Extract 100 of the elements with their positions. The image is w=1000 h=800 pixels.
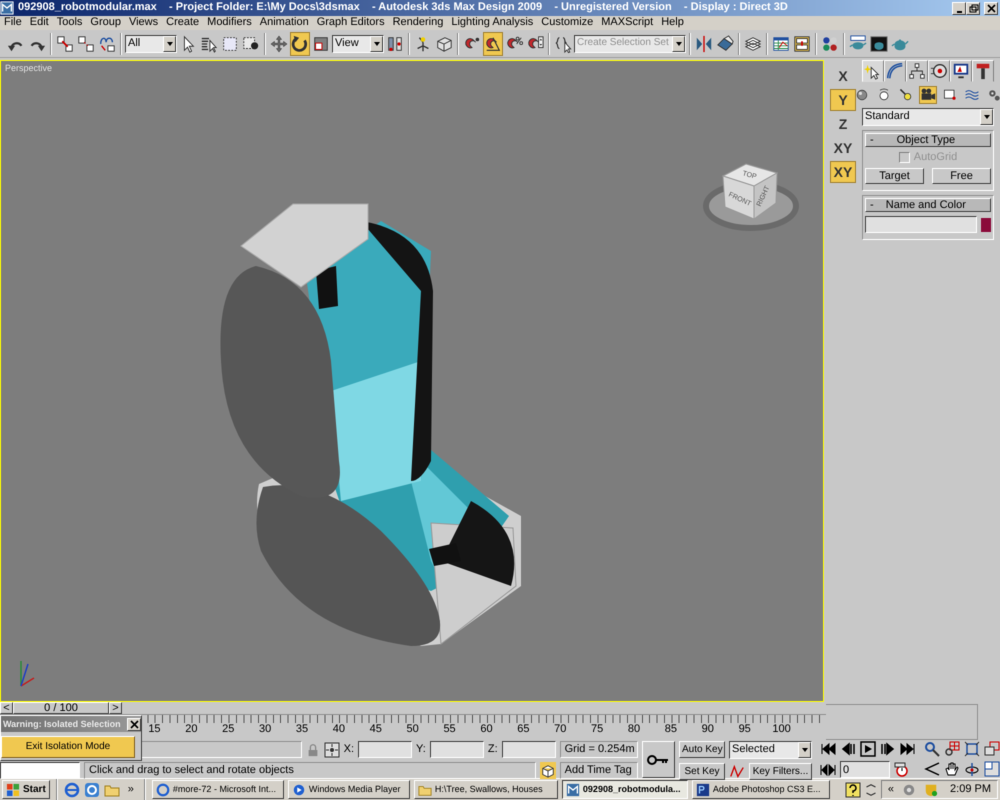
caret-icon[interactable] xyxy=(982,113,990,121)
taskbar-button[interactable]: Windows Media Player xyxy=(288,780,410,799)
caret-icon[interactable] xyxy=(800,746,808,754)
frame-field[interactable]: 0 xyxy=(840,761,890,778)
menu-item[interactable]: Rendering xyxy=(388,16,448,30)
caret-icon[interactable] xyxy=(166,40,174,48)
key-mode-dropdown[interactable]: Selected xyxy=(729,741,812,759)
menu-item[interactable]: Edit xyxy=(26,16,53,30)
menu-item[interactable]: Tools xyxy=(52,16,86,30)
object-type-button[interactable]: Target xyxy=(865,168,924,184)
menu-item[interactable]: Views xyxy=(124,16,162,30)
more-chevron[interactable]: » xyxy=(124,782,138,796)
rollout-header[interactable]: - Object Type xyxy=(865,133,991,147)
monitor-icon[interactable] xyxy=(950,60,972,82)
time-tag-icon[interactable] xyxy=(540,762,556,779)
next-key-icon[interactable] xyxy=(880,741,896,757)
field-of-view-icon[interactable] xyxy=(924,761,940,777)
tray-expand-button[interactable]: « xyxy=(888,782,894,796)
menu-item[interactable]: Animation xyxy=(256,16,313,30)
viewcube-drawing[interactable] xyxy=(703,163,799,231)
axis-constraint-button[interactable]: XY xyxy=(830,137,856,159)
coordinate-label: X: xyxy=(344,742,354,756)
menu-item[interactable]: Graph Editors xyxy=(312,16,389,30)
auto-key-button[interactable]: Auto Key xyxy=(679,741,725,758)
go-to-start-icon[interactable] xyxy=(820,741,836,757)
camera-icon[interactable] xyxy=(919,86,937,104)
key-icon[interactable] xyxy=(642,741,675,778)
browser-icon[interactable] xyxy=(64,782,80,798)
hammer-icon[interactable] xyxy=(972,60,994,82)
taskbar-button[interactable]: #more-72 - Microsoft Int... xyxy=(152,780,284,799)
coordinate-field[interactable] xyxy=(430,741,484,758)
menu-item[interactable]: Customize xyxy=(537,16,598,30)
axis-constraint-button[interactable]: Y xyxy=(830,89,856,111)
minimize-icon[interactable] xyxy=(952,2,966,14)
menu-item[interactable]: File xyxy=(0,16,26,30)
key-filters-button[interactable]: Key Filters... xyxy=(749,763,812,780)
zoom-icon[interactable] xyxy=(924,741,940,757)
maximize-icon[interactable] xyxy=(984,761,1000,777)
axis-constraint-button[interactable]: X xyxy=(830,65,856,87)
crosshair-box-icon[interactable] xyxy=(324,742,340,758)
key-mode-icon[interactable] xyxy=(820,762,836,778)
clock: 2:09 PM xyxy=(950,782,991,796)
square-corners-icon[interactable] xyxy=(964,741,980,757)
star-cursor-icon[interactable] xyxy=(862,60,884,82)
coordinate-field[interactable] xyxy=(358,741,412,758)
menu-item[interactable]: Modifiers xyxy=(203,16,256,30)
axis-constraint-button[interactable]: XY xyxy=(830,161,856,183)
menu-item[interactable]: Help xyxy=(657,16,688,30)
app-logo-icon xyxy=(0,1,14,15)
close-icon[interactable] xyxy=(127,718,141,730)
dropdown[interactable]: View xyxy=(332,34,384,52)
previous-key-icon[interactable] xyxy=(840,741,856,757)
time-slider-thumb[interactable]: 0 / 100 xyxy=(13,702,109,714)
set-key-text-button[interactable]: Set Key xyxy=(679,763,725,780)
orbit-icon[interactable] xyxy=(964,761,980,777)
stacked-squares-icon[interactable] xyxy=(984,741,1000,757)
disc-icon[interactable] xyxy=(902,782,916,796)
frame-number: 15 xyxy=(147,723,162,736)
taskbar-button[interactable]: H:\Tree, Swallows, Houses xyxy=(414,780,558,799)
clock-icon[interactable] xyxy=(894,762,910,778)
taskbar-button[interactable]: 092908_robotmodula... xyxy=(562,780,688,799)
coordinate-label: Y: xyxy=(416,742,426,756)
browser-icon[interactable] xyxy=(84,782,100,798)
go-to-end-icon[interactable] xyxy=(900,741,916,757)
app-logo-icon xyxy=(566,782,580,796)
rollout-header[interactable]: - Name and Color xyxy=(865,198,991,212)
axis-constraint-button[interactable]: Z xyxy=(830,113,856,135)
name-field[interactable] xyxy=(865,216,977,234)
frame-number: 70 xyxy=(553,723,568,736)
curve-icon[interactable] xyxy=(884,60,906,82)
zoom-grid-icon[interactable] xyxy=(944,741,960,757)
start-button[interactable]: Start xyxy=(2,780,50,799)
frame-number: 30 xyxy=(258,723,272,736)
add-time-tag-button[interactable]: Add Time Tag xyxy=(560,762,638,779)
restore-icon[interactable] xyxy=(966,2,980,14)
caret-icon[interactable] xyxy=(372,40,380,48)
object-type-button[interactable]: Free xyxy=(932,168,991,184)
hierarchy-icon[interactable] xyxy=(906,60,928,82)
previous-frame-button[interactable]: < xyxy=(0,702,13,714)
menu-item[interactable]: Create xyxy=(162,16,204,30)
coordinate-field[interactable] xyxy=(502,741,556,758)
color-swatch[interactable] xyxy=(980,218,991,232)
menu-item[interactable]: MAXScript xyxy=(597,16,658,30)
close-icon[interactable] xyxy=(984,2,998,14)
magnet-angle-icon[interactable] xyxy=(483,32,503,56)
frame-number: 50 xyxy=(406,723,420,736)
help-icon[interactable] xyxy=(844,782,861,798)
taskbar-button[interactable]: Adobe Photoshop CS3 E... xyxy=(692,780,830,799)
arrows-icon[interactable] xyxy=(864,782,877,798)
exit-isolation-button[interactable]: Exit Isolation Mode xyxy=(1,736,135,758)
menu-item[interactable]: Group xyxy=(86,16,125,30)
dropdown[interactable]: All xyxy=(125,34,177,52)
menu-item[interactable]: Lighting Analysis xyxy=(447,16,538,30)
hand-icon[interactable] xyxy=(944,761,960,777)
wheel-icon[interactable] xyxy=(928,60,950,82)
next-frame-button[interactable]: > xyxy=(109,702,122,714)
caret-icon[interactable] xyxy=(674,40,682,48)
category-dropdown[interactable]: Standard xyxy=(862,108,994,126)
play-icon[interactable] xyxy=(860,741,876,757)
curve-icon[interactable] xyxy=(729,764,745,780)
